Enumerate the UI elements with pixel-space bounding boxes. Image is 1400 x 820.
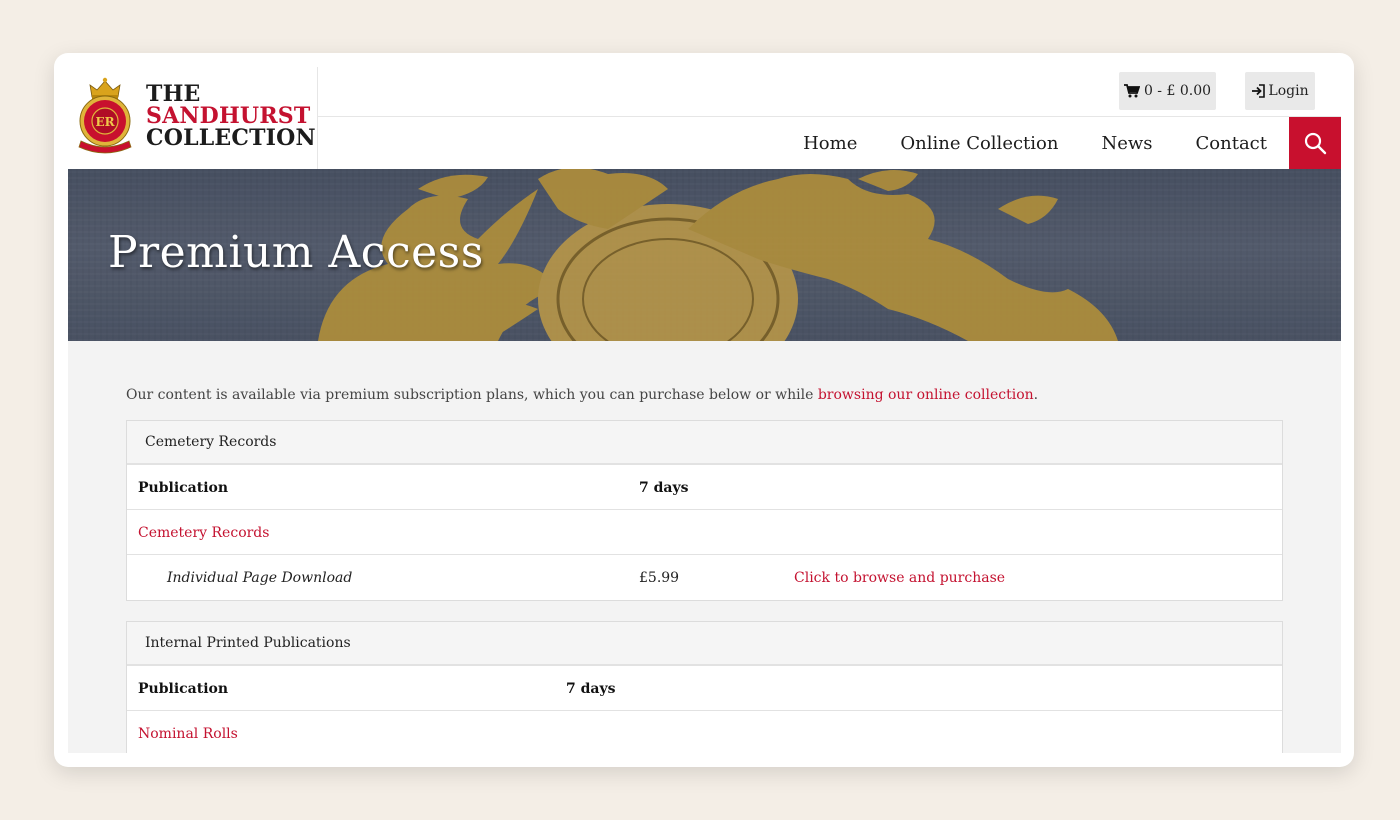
panel-title: Cemetery Records xyxy=(127,421,1282,465)
crest-letters: ER xyxy=(95,115,115,129)
cart-icon xyxy=(1123,84,1140,98)
hero-banner: Premium Access xyxy=(68,169,1341,341)
column-header-publication: Publication xyxy=(138,680,229,697)
panel-title: Internal Printed Publications xyxy=(127,622,1282,666)
column-header-publication: Publication xyxy=(138,479,229,496)
nav-news[interactable]: News xyxy=(1101,133,1152,154)
browse-purchase-link[interactable]: Click to browse and purchase xyxy=(794,555,1005,600)
search-icon xyxy=(1304,132,1327,155)
table-row-item: Individual Page Download £5.99 Click to … xyxy=(127,555,1282,600)
logo-line-1: THE xyxy=(146,81,201,107)
column-header-duration: 7 days xyxy=(566,680,616,697)
main-content: Our content is available via premium sub… xyxy=(68,341,1341,753)
nav-contact[interactable]: Contact xyxy=(1196,133,1267,154)
browse-collection-link[interactable]: browsing our online collection xyxy=(818,387,1034,403)
intro-paragraph: Our content is available via premium sub… xyxy=(126,387,1038,403)
login-label: Login xyxy=(1268,83,1309,99)
item-name: Individual Page Download xyxy=(167,569,353,586)
table-header-row: Publication 7 days xyxy=(127,465,1282,510)
pricing-panel-internal-printed-publications: Internal Printed Publications Publicatio… xyxy=(126,621,1283,753)
main-nav: Home Online Collection News Contact xyxy=(318,117,1341,169)
intro-text: Our content is available via premium sub… xyxy=(126,387,818,403)
login-button[interactable]: Login xyxy=(1245,72,1315,110)
crest-icon: ER xyxy=(78,77,132,154)
logo-text: THE SANDHURST COLLECTION xyxy=(146,83,316,149)
publication-link[interactable]: Nominal Rolls xyxy=(138,711,238,753)
intro-suffix: . xyxy=(1033,387,1039,403)
page-title: Premium Access xyxy=(108,227,484,278)
pricing-panel-cemetery-records: Cemetery Records Publication 7 days Ceme… xyxy=(126,420,1283,601)
website: ER THE SANDHURST COLLECTION 0 - £ 0.00 L… xyxy=(68,67,1341,753)
logo[interactable]: ER THE SANDHURST COLLECTION xyxy=(68,67,318,169)
cart-summary: 0 - £ 0.00 xyxy=(1143,83,1212,99)
column-header-duration: 7 days xyxy=(639,479,689,496)
utility-bar: 0 - £ 0.00 Login xyxy=(318,67,1341,117)
site-header: ER THE SANDHURST COLLECTION 0 - £ 0.00 L… xyxy=(68,67,1341,169)
search-button[interactable] xyxy=(1289,117,1341,169)
table-header-row: Publication 7 days xyxy=(127,666,1282,711)
logo-line-2: SANDHURST xyxy=(146,103,311,129)
table-row-group: Nominal Rolls xyxy=(127,711,1282,753)
sign-in-icon xyxy=(1252,84,1266,98)
table-row-group: Cemetery Records xyxy=(127,510,1282,555)
logo-line-3: COLLECTION xyxy=(146,125,316,151)
publication-link[interactable]: Cemetery Records xyxy=(138,510,269,555)
item-price: £5.99 xyxy=(639,569,680,586)
nav-home[interactable]: Home xyxy=(803,133,857,154)
browser-frame: ER THE SANDHURST COLLECTION 0 - £ 0.00 L… xyxy=(54,53,1354,767)
nav-online-collection[interactable]: Online Collection xyxy=(900,133,1058,154)
cart-button[interactable]: 0 - £ 0.00 xyxy=(1119,72,1216,110)
